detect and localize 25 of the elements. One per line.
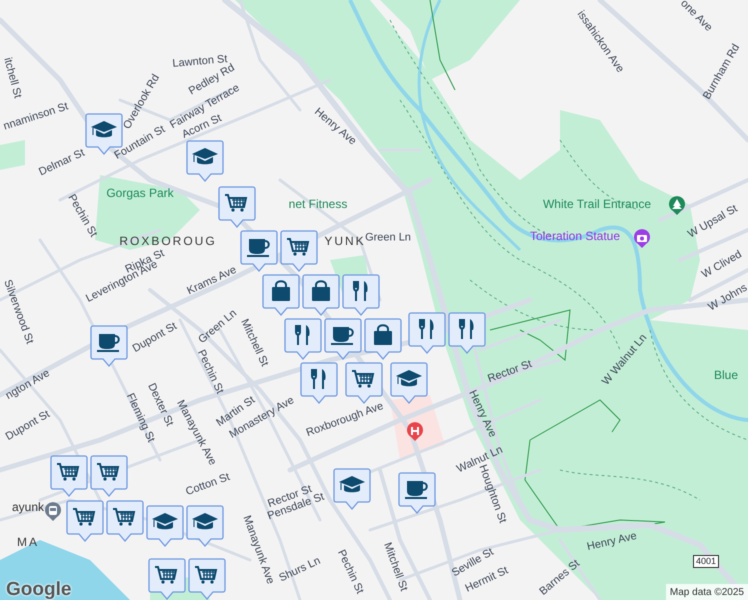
street-label: Henry Ave	[466, 388, 498, 440]
street-label: Pechin St	[195, 348, 225, 396]
street-label: Shurs Ln	[278, 556, 322, 584]
map-logo[interactable]: Google	[6, 576, 72, 600]
district-label: MA	[17, 536, 39, 548]
street-label: itchell St	[1, 56, 23, 100]
place-label[interactable]: Blue	[714, 369, 738, 381]
street-label: one Ave	[678, 0, 714, 34]
map-attribution: Map data ©2025	[666, 584, 748, 600]
street-label: Krams Ave	[186, 264, 238, 298]
place-label[interactable]: White Trail Entrance	[542, 198, 652, 210]
street-label: Pechin St	[335, 548, 365, 596]
street-label: ngton Ave	[4, 368, 52, 402]
place-label[interactable]: Toleration Statue	[530, 230, 620, 242]
station-label[interactable]: ayunk	[12, 501, 44, 513]
street-label: W Johns	[706, 282, 748, 314]
street-label: Rector St	[486, 359, 534, 385]
street-label: Henry Ave	[586, 530, 638, 554]
place-label[interactable]: net Fitness	[288, 198, 348, 210]
district-label: ROXBOROUG	[119, 235, 217, 247]
route-shield: 4001	[693, 555, 720, 568]
street-label: Green Ln	[365, 232, 411, 244]
place-label[interactable]: Gorgas Park	[106, 187, 174, 199]
district-label: YUNK	[324, 235, 366, 247]
street-label: Cotton St	[184, 472, 232, 498]
